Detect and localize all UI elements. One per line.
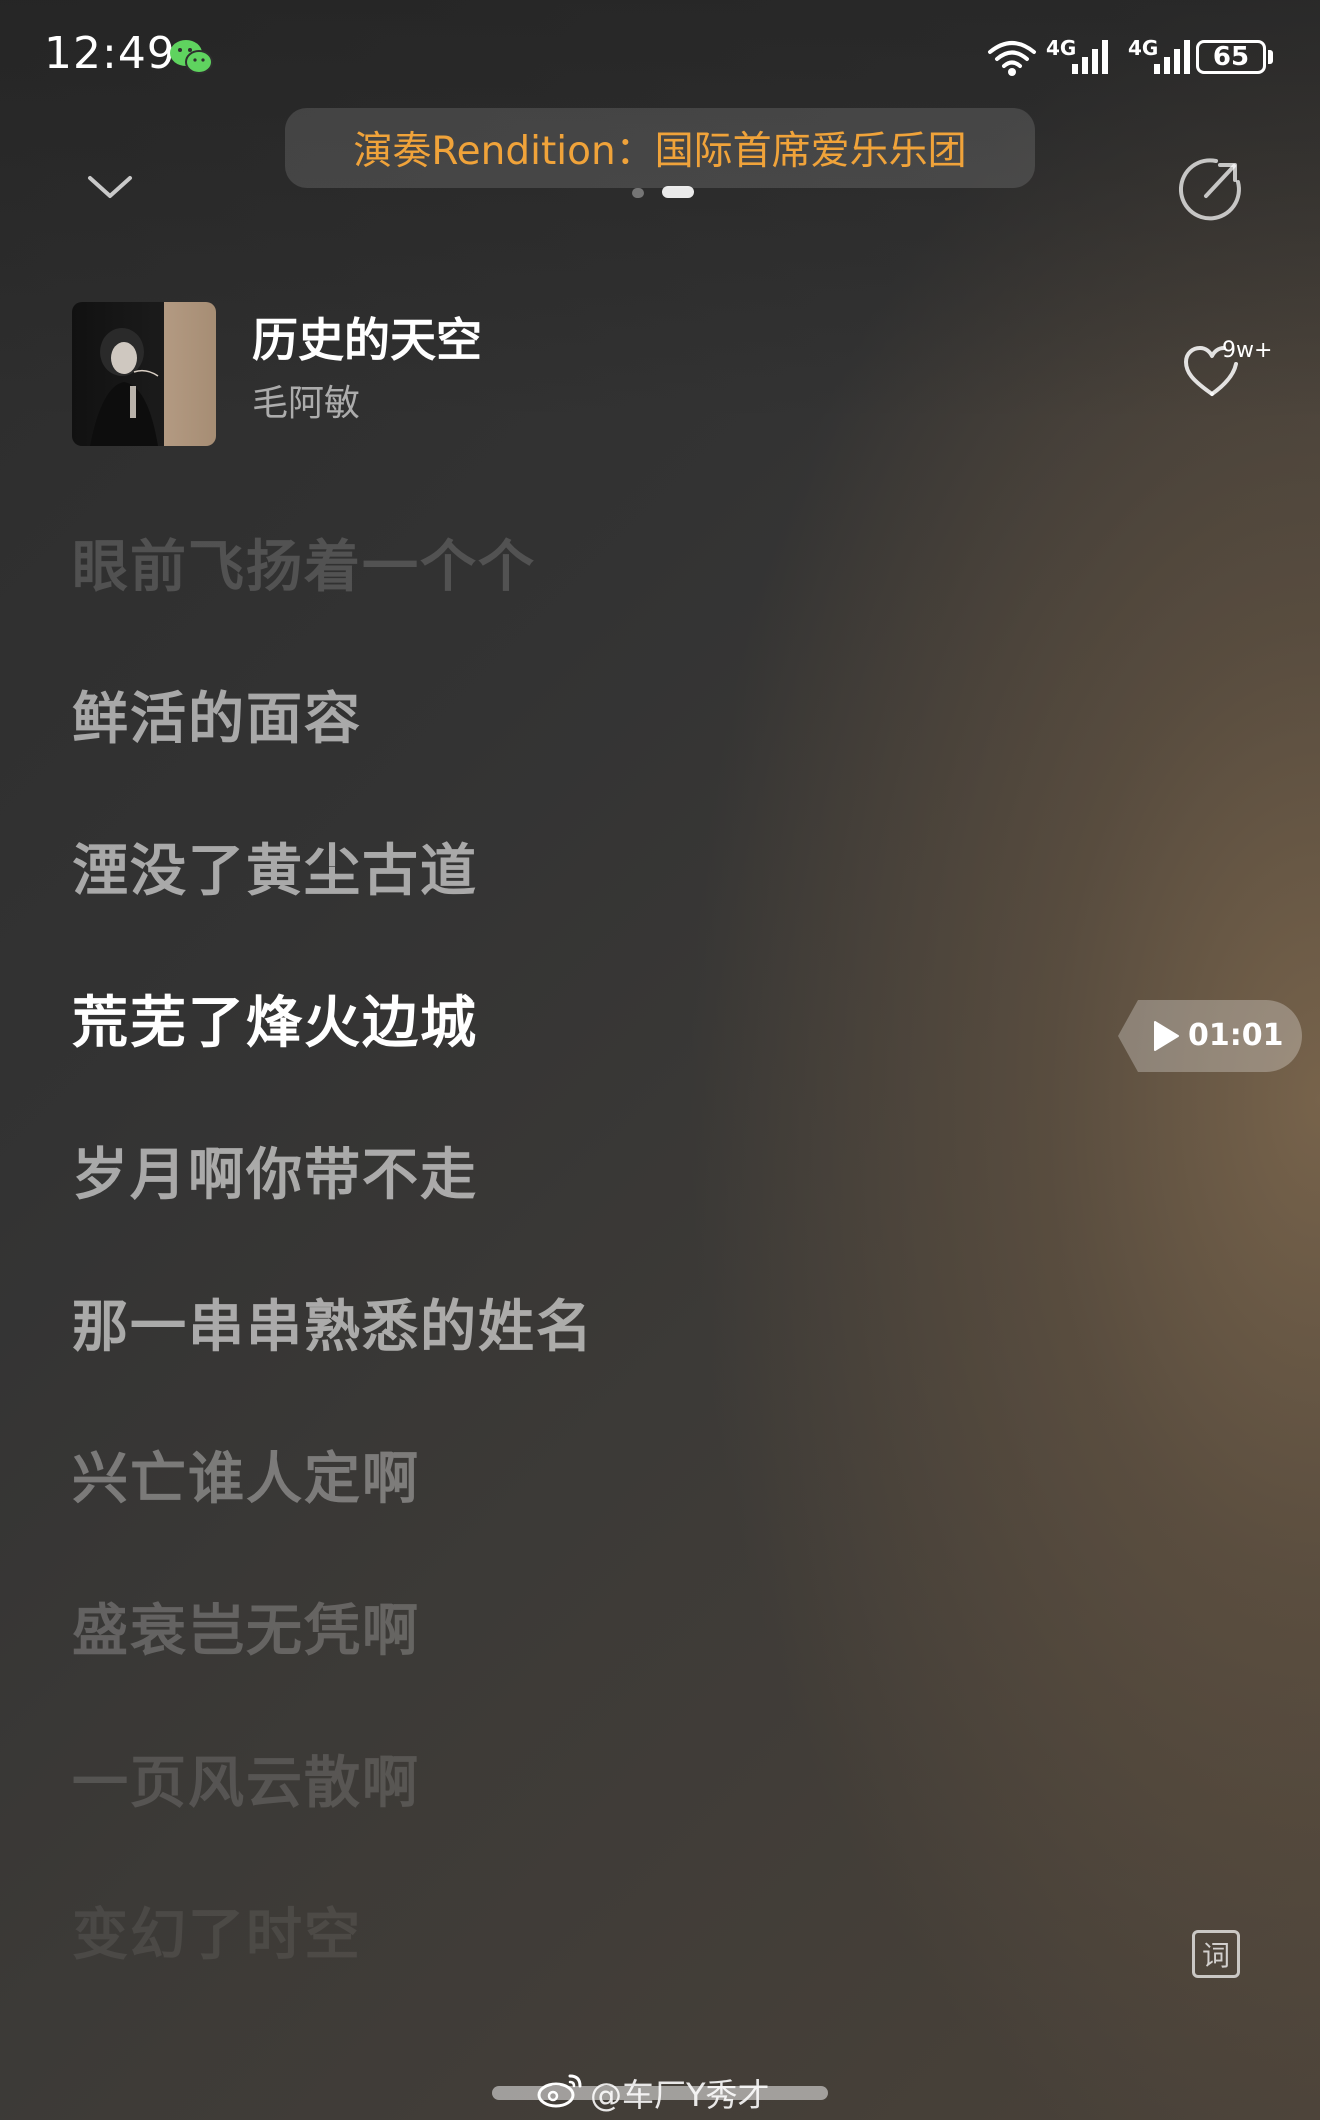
watermark-text: @车厂Y秀才: [590, 2076, 770, 2114]
album-cover-art: [90, 328, 159, 446]
lyric-mode-button[interactable]: 词: [1192, 1930, 1240, 1978]
song-title: 历史的天空: [252, 313, 482, 367]
player-screen: 12:49 4G 4G 65 演奏Rendition：国际首席爱乐乐团 历史的天…: [0, 0, 1320, 2120]
chevron-down-icon[interactable]: [84, 170, 136, 204]
wifi-icon: [988, 41, 1036, 76]
rendition-label: 演奏Rendition：国际首席爱乐乐团: [353, 129, 967, 174]
signal-icon: [1154, 40, 1190, 74]
play-icon[interactable]: [1152, 1020, 1180, 1052]
battery-nub: [1268, 50, 1273, 64]
album-cover[interactable]: [72, 302, 216, 446]
like-count: 9w+: [1222, 338, 1273, 363]
lyric-line[interactable]: 鲜活的面容: [72, 674, 362, 755]
weibo-icon: [537, 2074, 582, 2108]
lyric-line[interactable]: 那一串串熟悉的姓名: [72, 1282, 594, 1363]
lyric-line-active[interactable]: 荒芜了烽火边城: [72, 978, 478, 1059]
lyric-line[interactable]: 盛衰岂无凭啊: [72, 1586, 420, 1667]
lyric-line[interactable]: 兴亡谁人定啊: [72, 1434, 420, 1515]
status-time: 12:49: [44, 28, 176, 79]
rendition-banner[interactable]: 演奏Rendition：国际首席爱乐乐团: [285, 108, 1035, 188]
signal-icon: [1072, 40, 1108, 74]
seek-time[interactable]: 01:01: [1188, 1018, 1284, 1053]
lyric-line[interactable]: 变幻了时空: [72, 1890, 362, 1971]
wechat-icon: [170, 40, 213, 74]
page-dot-active: [662, 186, 694, 198]
share-icon[interactable]: [1176, 154, 1246, 224]
battery-icon: 65: [1196, 40, 1266, 74]
lyric-mode-label: 词: [1201, 1939, 1230, 1972]
lyric-line[interactable]: 眼前飞扬着一个个: [72, 522, 536, 603]
page-indicator: [632, 186, 694, 200]
lyric-line[interactable]: 岁月啊你带不走: [72, 1130, 478, 1211]
song-artist[interactable]: 毛阿敏: [252, 374, 360, 426]
lyric-line[interactable]: 湮没了黄尘古道: [72, 826, 478, 907]
battery-level: 65: [1212, 42, 1250, 72]
lyric-line[interactable]: 一页风云散啊: [72, 1738, 420, 1819]
page-dot: [632, 188, 644, 198]
